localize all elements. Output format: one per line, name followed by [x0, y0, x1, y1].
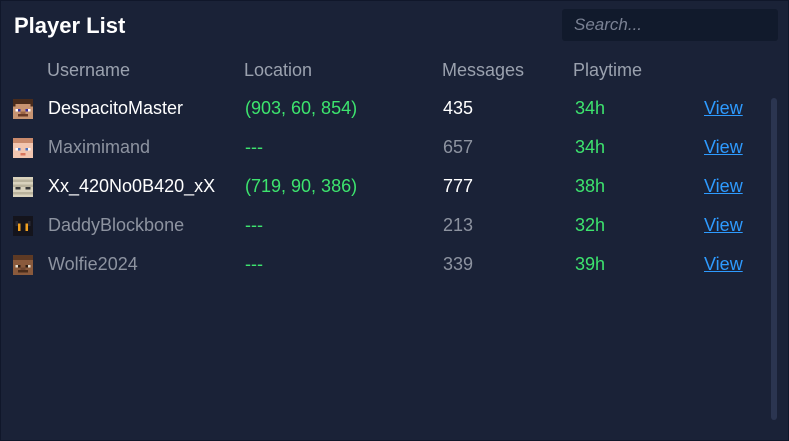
player-messages: 339 — [443, 254, 474, 274]
view-player-link[interactable]: View — [704, 215, 743, 236]
view-player-link[interactable]: View — [704, 137, 743, 158]
player-row: DespacitoMaster (903, 60, 854) 435 34h V… — [1, 90, 761, 129]
brown-face-icon — [13, 255, 33, 275]
search-box[interactable] — [562, 9, 778, 41]
player-username: DaddyBlockbone — [48, 215, 185, 235]
column-header-location: Location — [244, 60, 313, 80]
player-username: Xx_420No0B420_xX — [48, 176, 216, 196]
player-row: Xx_420No0B420_xX (719, 90, 386) 777 38h … — [1, 168, 761, 207]
player-location: --- — [245, 137, 263, 157]
player-location: (903, 60, 854) — [245, 98, 358, 118]
player-messages: 777 — [443, 176, 474, 196]
player-playtime: 34h — [575, 98, 606, 118]
column-header-username: Username — [47, 60, 131, 80]
player-playtime: 32h — [575, 215, 606, 235]
steve-face-icon — [13, 99, 33, 119]
player-row: Wolfie2024 --- 339 39h View — [1, 246, 761, 285]
player-username: Wolfie2024 — [48, 254, 138, 274]
player-playtime: 39h — [575, 254, 606, 274]
scrollbar[interactable] — [771, 98, 777, 420]
search-input[interactable] — [562, 9, 778, 41]
column-header-messages: Messages — [442, 60, 525, 80]
view-player-link[interactable]: View — [704, 254, 743, 275]
player-messages: 435 — [443, 98, 474, 118]
player-playtime: 34h — [575, 137, 606, 157]
player-messages: 657 — [443, 137, 474, 157]
player-username: DespacitoMaster — [48, 98, 184, 118]
player-row: Maximimand --- 657 34h View — [1, 129, 761, 168]
view-player-link[interactable]: View — [704, 98, 743, 119]
player-row: DaddyBlockbone --- 213 32h View — [1, 207, 761, 246]
player-playtime: 38h — [575, 176, 606, 196]
mummy-face-icon — [13, 177, 33, 197]
player-username: Maximimand — [48, 137, 151, 157]
player-location: (719, 90, 386) — [245, 176, 358, 196]
skin-face-icon — [13, 138, 33, 158]
dark-face-icon — [13, 216, 33, 236]
player-messages: 213 — [443, 215, 474, 235]
page-title: Player List — [14, 13, 126, 38]
column-header-playtime: Playtime — [573, 60, 643, 80]
view-player-link[interactable]: View — [704, 176, 743, 197]
player-location: --- — [245, 215, 263, 235]
player-location: --- — [245, 254, 263, 274]
player-list-panel: Player List Username Location Messages P… — [0, 0, 789, 441]
